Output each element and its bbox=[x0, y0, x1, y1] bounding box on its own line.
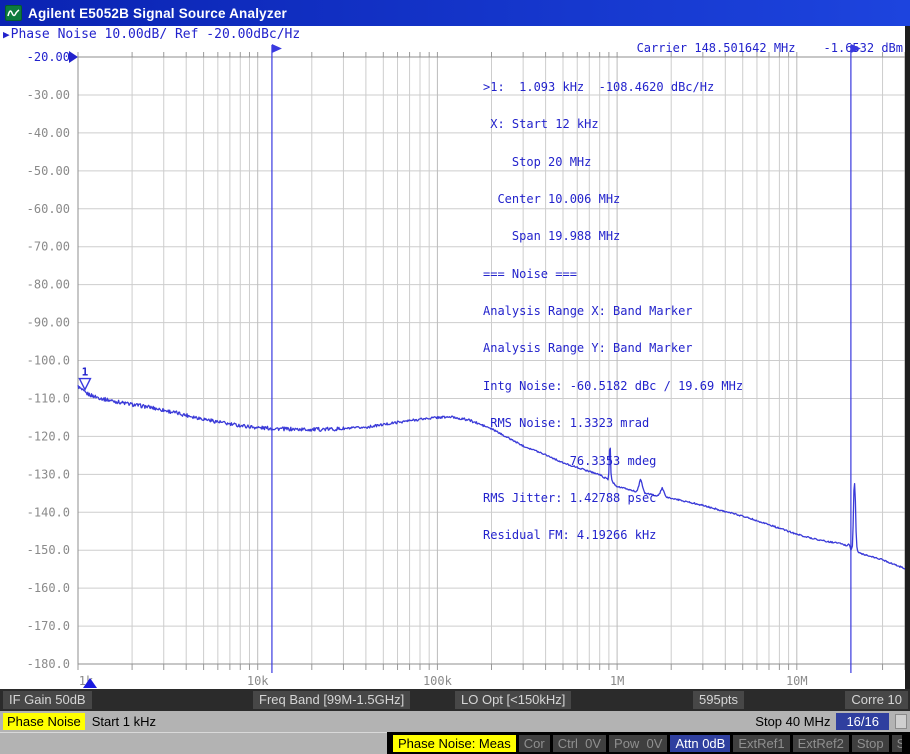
system-indicators: Phase Noise: Meas CorCtrl 0VPow 0VAttn 0… bbox=[387, 732, 910, 754]
y-axis-tick-label: -100.0 bbox=[27, 354, 70, 368]
y-axis-tick-label: -80.00 bbox=[27, 278, 70, 292]
status-bar-sweep: Phase Noise Start 1 kHz Stop 40 MHz 16/1… bbox=[0, 711, 910, 732]
x-axis-tick-label: 10M bbox=[786, 674, 808, 688]
y-axis-tick-label: -140.0 bbox=[27, 505, 70, 519]
analysis-readout-line: Span 19.988 MHz bbox=[483, 230, 743, 242]
message-bar bbox=[0, 732, 387, 754]
analysis-readout-line: Analysis Range X: Band Marker bbox=[483, 305, 743, 317]
status-points: 595pts bbox=[693, 691, 744, 709]
system-bar: Phase Noise: Meas CorCtrl 0VPow 0VAttn 0… bbox=[0, 732, 910, 754]
status-indicator-box bbox=[895, 714, 907, 729]
status-if-gain: IF Gain 50dB bbox=[3, 691, 92, 709]
active-trace-icon: ▶ bbox=[3, 28, 10, 41]
trace-scale-header[interactable]: ▶Phase Noise 10.00dB/ Ref -20.00dBc/Hz bbox=[3, 27, 300, 42]
y-axis-tick-label: -60.00 bbox=[27, 202, 70, 216]
app-waveform-icon[interactable] bbox=[5, 5, 22, 21]
y-axis-tick-label: -70.00 bbox=[27, 240, 70, 254]
softkey-stop[interactable]: Stop bbox=[852, 735, 889, 752]
status-correlation: Corre 10 bbox=[845, 691, 908, 709]
y-axis-tick-label: -20.00 bbox=[27, 50, 70, 64]
window-title: Agilent E5052B Signal Source Analyzer bbox=[28, 6, 287, 21]
status-bar-hardware: IF Gain 50dB Freq Band [99M-1.5GHz] LO O… bbox=[0, 689, 910, 711]
y-axis-tick-label: -50.00 bbox=[27, 164, 70, 178]
screen-bezel bbox=[905, 26, 910, 689]
y-axis-tick-label: -180.0 bbox=[27, 657, 70, 671]
y-axis-tick-label: -160.0 bbox=[27, 581, 70, 595]
softkey-pow-0v[interactable]: Pow 0V bbox=[609, 735, 667, 752]
softkey-extref2[interactable]: ExtRef2 bbox=[793, 735, 849, 752]
softkey-extref1[interactable]: ExtRef1 bbox=[733, 735, 789, 752]
softkey-s[interactable]: S bbox=[892, 735, 902, 752]
band-marker-flag-icon bbox=[272, 44, 282, 53]
average-count-badge: 16/16 bbox=[836, 713, 889, 730]
y-axis-tick-label: -90.00 bbox=[27, 316, 70, 330]
y-axis-tick-label: -130.0 bbox=[27, 467, 70, 481]
plot-svg[interactable]: -20.00 -30.00 -40.00 -50.00 -60.00 -70.00 -80.… bbox=[0, 0, 910, 692]
analysis-readout-line: 76.3353 mdeg bbox=[483, 455, 743, 467]
softkey-ctrl-0v[interactable]: Ctrl 0V bbox=[553, 735, 606, 752]
reference-level-icon bbox=[69, 51, 78, 63]
y-axis-tick-label: -170.0 bbox=[27, 619, 70, 633]
status-lo-opt: LO Opt [<150kHz] bbox=[455, 691, 571, 709]
sweep-start-label: Start 1 kHz bbox=[92, 714, 156, 729]
softkey-measurement-status[interactable]: Phase Noise: Meas bbox=[393, 735, 516, 752]
analysis-readout-line: Residual FM: 4.19266 kHz bbox=[483, 529, 743, 541]
analysis-readout: >1: 1.093 kHz -108.4620 dBc/Hz X: Start … bbox=[483, 56, 743, 567]
softkey-cor[interactable]: Cor bbox=[519, 735, 550, 752]
y-axis-tick-label: -40.00 bbox=[27, 126, 70, 140]
y-axis-tick-label: -30.00 bbox=[27, 88, 70, 102]
analysis-readout-line: Intg Noise: -60.5182 dBc / 19.69 MHz bbox=[483, 380, 743, 392]
analysis-readout-line: === Noise === bbox=[483, 268, 743, 280]
title-bar: Agilent E5052B Signal Source Analyzer bbox=[0, 0, 910, 26]
analysis-readout-line: Center 10.006 MHz bbox=[483, 193, 743, 205]
instrument-screen: Agilent E5052B Signal Source Analyzer ▶P… bbox=[0, 0, 910, 754]
analysis-readout-line: X: Start 12 kHz bbox=[483, 118, 743, 130]
status-freq-band: Freq Band [99M-1.5GHz] bbox=[253, 691, 410, 709]
measurement-mode-badge: Phase Noise bbox=[3, 713, 85, 730]
x-axis-tick-label: 1M bbox=[610, 674, 624, 688]
x-axis-tick-label: 100k bbox=[423, 674, 453, 688]
y-axis-tick-label: -120.0 bbox=[27, 429, 70, 443]
analysis-readout-line: Analysis Range Y: Band Marker bbox=[483, 342, 743, 354]
sweep-stop-label: Stop 40 MHz bbox=[755, 714, 830, 729]
x-axis-tick-label: 10k bbox=[247, 674, 269, 688]
analysis-readout-line: RMS Jitter: 1.42788 psec bbox=[483, 492, 743, 504]
y-axis-tick-label: -110.0 bbox=[27, 391, 70, 405]
band-marker-flag-icon bbox=[851, 44, 861, 53]
y-axis-tick-label: -150.0 bbox=[27, 543, 70, 557]
analysis-readout-line: >1: 1.093 kHz -108.4620 dBc/Hz bbox=[483, 81, 743, 93]
softkey-attn-0db[interactable]: Attn 0dB bbox=[670, 735, 730, 752]
analysis-readout-line: Stop 20 MHz bbox=[483, 156, 743, 168]
marker-1-label: 1 bbox=[82, 366, 89, 379]
analysis-readout-line: RMS Noise: 1.3323 mrad bbox=[483, 417, 743, 429]
trace-scale-label: Phase Noise 10.00dB/ Ref -20.00dBc/Hz bbox=[11, 27, 301, 42]
